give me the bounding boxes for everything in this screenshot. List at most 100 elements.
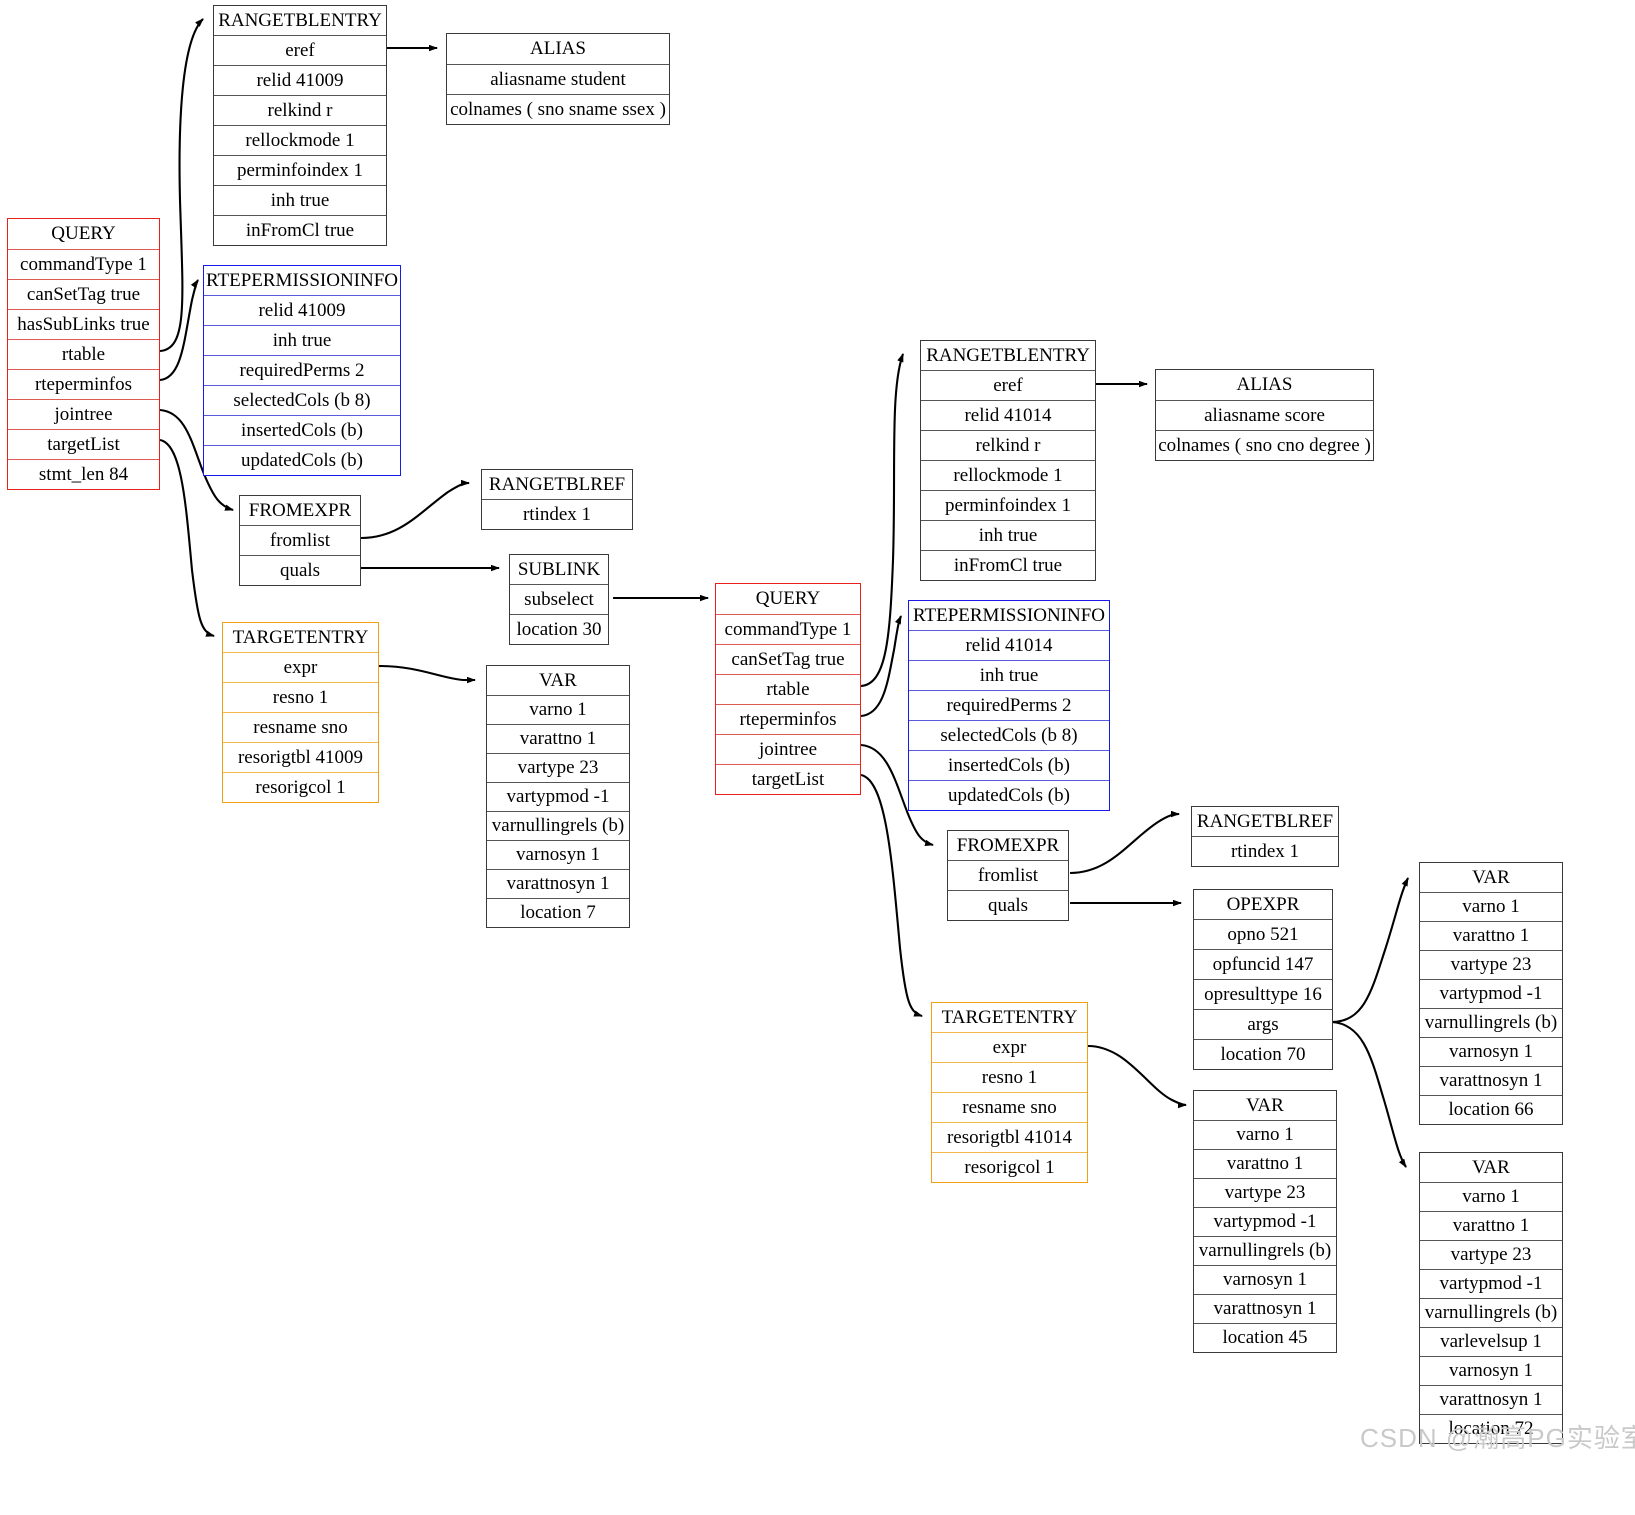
node-title: RANGETBLREF <box>1196 810 1334 832</box>
node-field: inFromCl true <box>214 215 386 245</box>
node-field: resname sno <box>932 1092 1087 1122</box>
node-rtepermissioninfo-inner[interactable]: RTEPERMISSIONINFO relid 41014 inh true r… <box>908 600 1110 811</box>
node-field: varnullingrels (b) <box>1420 1298 1562 1327</box>
node-field: location 66 <box>1420 1095 1562 1124</box>
node-field: canSetTag true <box>716 644 860 674</box>
node-field: varattnosyn 1 <box>1194 1294 1336 1323</box>
node-targetentry-inner[interactable]: TARGETENTRY expr resno 1 resname sno res… <box>931 1002 1088 1183</box>
node-field: resorigcol 1 <box>932 1152 1087 1182</box>
node-targetentry-outer[interactable]: TARGETENTRY expr resno 1 resname sno res… <box>222 622 379 803</box>
node-field: inh true <box>204 325 400 355</box>
node-field: varattnosyn 1 <box>1420 1066 1562 1095</box>
node-field: colnames ( sno sname ssex ) <box>447 94 669 124</box>
node-field: inh true <box>214 185 386 215</box>
node-field: opresulttype 16 <box>1194 979 1332 1009</box>
node-field: varnullingrels (b) <box>487 811 629 840</box>
node-field: targetList <box>716 764 860 794</box>
node-field: updatedCols (b) <box>909 780 1109 810</box>
node-field: vartypmod -1 <box>1420 979 1562 1008</box>
node-field: colnames ( sno cno degree ) <box>1156 430 1373 460</box>
node-field: vartype 23 <box>1194 1178 1336 1207</box>
node-field: vartype 23 <box>1420 950 1562 979</box>
node-title: VAR <box>1472 1156 1510 1178</box>
csdn-watermark: CSDN @瀚高PG实验室 <box>1360 1423 1635 1453</box>
node-field: eref <box>214 35 386 65</box>
node-field: location 45 <box>1194 1323 1336 1352</box>
node-query-inner[interactable]: QUERY commandType 1 canSetTag true rtabl… <box>715 583 861 795</box>
node-field: rellockmode 1 <box>921 460 1095 490</box>
node-field: varattno 1 <box>1194 1149 1336 1178</box>
node-title: QUERY <box>755 588 821 609</box>
node-field: varattno 1 <box>1420 1211 1562 1240</box>
node-rangetblentry-outer[interactable]: RANGETBLENTRY eref relid 41009 relkind r… <box>213 5 387 246</box>
node-fromexpr-inner[interactable]: FROMEXPR fromlist quals <box>947 830 1069 921</box>
node-rtepermissioninfo-outer[interactable]: RTEPERMISSIONINFO relid 41009 inh true r… <box>203 265 401 476</box>
node-alias-outer[interactable]: ALIAS aliasname student colnames ( sno s… <box>446 33 670 125</box>
node-alias-inner[interactable]: ALIAS aliasname score colnames ( sno cno… <box>1155 369 1374 461</box>
node-title: RTEPERMISSIONINFO <box>205 269 399 291</box>
node-field: resorigcol 1 <box>223 772 378 802</box>
node-field: quals <box>948 890 1068 920</box>
node-field: varattno 1 <box>487 724 629 753</box>
node-field: rellockmode 1 <box>214 125 386 155</box>
node-field: perminfoindex 1 <box>214 155 386 185</box>
node-field: perminfoindex 1 <box>921 490 1095 520</box>
node-field: vartypmod -1 <box>487 782 629 811</box>
node-title: FROMEXPR <box>248 499 352 521</box>
node-field: resorigtbl 41014 <box>932 1122 1087 1152</box>
node-field: location 7 <box>487 898 629 927</box>
node-field: varno 1 <box>1194 1120 1336 1149</box>
node-field: resno 1 <box>932 1062 1087 1092</box>
node-field: varno 1 <box>487 695 629 724</box>
node-var-inner[interactable]: VAR varno 1 varattno 1 vartype 23 vartyp… <box>1193 1090 1337 1353</box>
node-field: canSetTag true <box>8 279 159 309</box>
node-field: targetList <box>8 429 159 459</box>
node-field: fromlist <box>948 860 1068 890</box>
node-title: RTEPERMISSIONINFO <box>912 604 1106 626</box>
node-field: relid 41009 <box>204 295 400 325</box>
node-var-opexpr-arg2[interactable]: VAR varno 1 varattno 1 vartype 23 vartyp… <box>1419 1152 1563 1444</box>
node-var-opexpr-arg1[interactable]: VAR varno 1 varattno 1 vartype 23 vartyp… <box>1419 862 1563 1125</box>
node-field: updatedCols (b) <box>204 445 400 475</box>
node-field: resname sno <box>223 712 378 742</box>
node-title: RANGETBLENTRY <box>926 344 1090 366</box>
node-field: rtable <box>8 339 159 369</box>
node-field: opfuncid 147 <box>1194 949 1332 979</box>
node-title: OPEXPR <box>1226 893 1300 915</box>
node-field: resorigtbl 41009 <box>223 742 378 772</box>
node-field: relkind r <box>214 95 386 125</box>
node-field: location 70 <box>1194 1039 1332 1069</box>
node-field: expr <box>223 652 378 682</box>
node-field: varno 1 <box>1420 892 1562 921</box>
node-field: varnullingrels (b) <box>1194 1236 1336 1265</box>
node-rangetblref-outer[interactable]: RANGETBLREF rtindex 1 <box>481 469 633 530</box>
node-title: QUERY <box>51 223 116 244</box>
node-field: inh true <box>921 520 1095 550</box>
node-query-outer[interactable]: QUERY commandType 1 canSetTag true hasSu… <box>7 218 160 490</box>
node-opexpr[interactable]: OPEXPR opno 521 opfuncid 147 opresulttyp… <box>1193 889 1333 1070</box>
node-field: expr <box>932 1032 1087 1062</box>
node-field: varnosyn 1 <box>487 840 629 869</box>
node-field: rtable <box>716 674 860 704</box>
node-field: relid 41014 <box>921 400 1095 430</box>
node-fromexpr-outer[interactable]: FROMEXPR fromlist quals <box>239 495 361 586</box>
node-sublink[interactable]: SUBLINK subselect location 30 <box>509 554 609 645</box>
node-field: varattnosyn 1 <box>1420 1385 1562 1414</box>
node-field: commandType 1 <box>716 614 860 644</box>
node-field: vartypmod -1 <box>1194 1207 1336 1236</box>
node-field: aliasname score <box>1156 400 1373 430</box>
node-title: VAR <box>539 669 577 691</box>
node-field: varlevelsup 1 <box>1420 1327 1562 1356</box>
node-rangetblentry-inner[interactable]: RANGETBLENTRY eref relid 41014 relkind r… <box>920 340 1096 581</box>
node-field: hasSubLinks true <box>8 309 159 339</box>
node-title: TARGETENTRY <box>941 1006 1078 1028</box>
node-field: varnosyn 1 <box>1420 1037 1562 1066</box>
node-field: vartype 23 <box>1420 1240 1562 1269</box>
node-rangetblref-inner[interactable]: RANGETBLREF rtindex 1 <box>1191 806 1339 867</box>
node-field: vartypmod -1 <box>1420 1269 1562 1298</box>
node-title: FROMEXPR <box>956 834 1060 856</box>
node-field: args <box>1194 1009 1332 1039</box>
node-field: subselect <box>510 584 608 614</box>
node-var-outer[interactable]: VAR varno 1 varattno 1 vartype 23 vartyp… <box>486 665 630 928</box>
node-field: vartype 23 <box>487 753 629 782</box>
